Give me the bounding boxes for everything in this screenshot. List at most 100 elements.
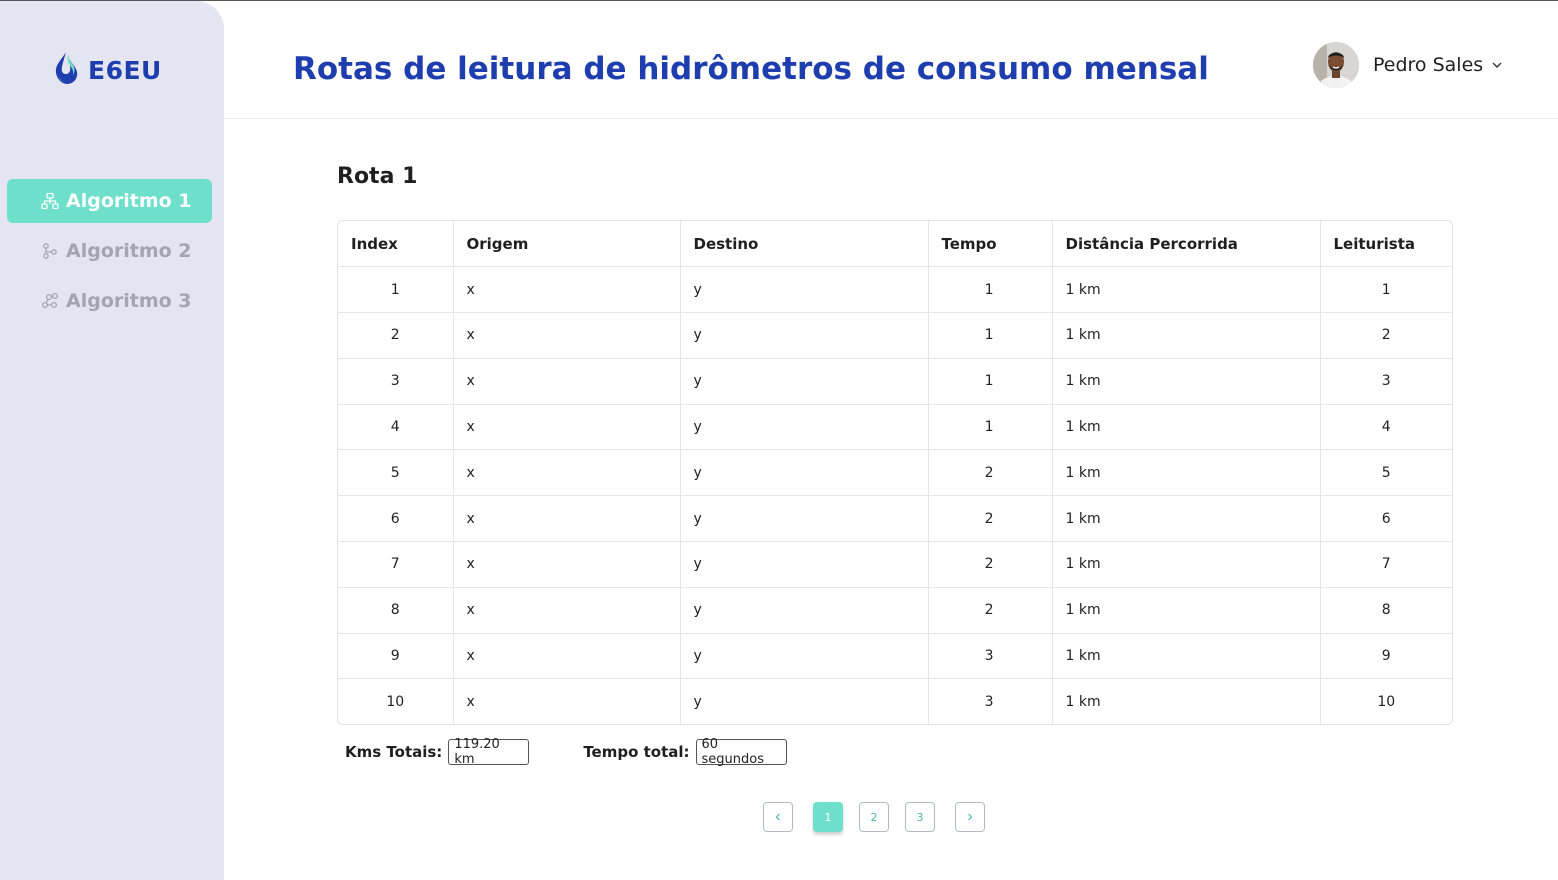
column-header-destino[interactable]: Destino [680, 221, 929, 268]
git-branch-icon [41, 242, 59, 260]
cell-leiturista: 2 [1320, 312, 1452, 359]
cell-tempo: 1 [928, 312, 1053, 359]
cell-index: 10 [338, 678, 454, 724]
pagination: 1 2 3 [763, 802, 985, 832]
route-table: Index Origem Destino Tempo Distância Per… [337, 220, 1453, 725]
cell-origem: x [453, 266, 681, 314]
table-row[interactable]: 7xy21 km 7 [338, 541, 1452, 588]
page-title: Rotas de leitura de hidrômetros de consu… [293, 51, 1209, 87]
cell-leiturista: 8 [1320, 587, 1452, 634]
sidebar-item-label: Algoritmo 1 [66, 190, 192, 212]
cell-origem: x [453, 358, 681, 405]
water-drop-logo-icon [55, 52, 78, 84]
chevron-right-icon [968, 813, 973, 821]
cell-leiturista: 10 [1377, 694, 1396, 711]
time-total-field: 60 segundos [695, 737, 787, 767]
sidebar-item-label: Algoritmo 2 [66, 240, 192, 262]
cell-index: 7 [338, 541, 454, 588]
cell-tempo: 2 [928, 449, 1053, 497]
cell-origem: x [453, 587, 681, 634]
cell-leiturista: 5 [1320, 449, 1452, 497]
page-button-3[interactable]: 3 [905, 802, 935, 832]
next-page-button[interactable] [955, 802, 985, 832]
cell-leiturista: 4 [1320, 404, 1452, 451]
column-header-distancia[interactable]: Distância Percorrida [1052, 221, 1321, 268]
cell-destino: y [680, 449, 929, 497]
page-button-1[interactable]: 1 [813, 802, 843, 832]
cell-origem: x [453, 312, 681, 359]
route-title: Rota 1 [337, 164, 418, 189]
cell-distancia: 1 km [1052, 587, 1321, 634]
table-row[interactable]: 8xy21 km 8 [338, 587, 1452, 634]
page-button-2[interactable]: 2 [859, 802, 889, 832]
km-total-label: Kms Totais: [345, 743, 443, 761]
brand-name: E6EU [88, 55, 162, 85]
sidebar-item-label: Algoritmo 3 [66, 290, 192, 312]
cell-tempo: 3 [928, 633, 1053, 680]
table-row[interactable]: 2xy11 km 2 [338, 312, 1452, 359]
column-header-tempo[interactable]: Tempo [928, 221, 1053, 268]
table-row[interactable]: 10 x y 3 1 km 10 [338, 678, 1452, 724]
column-header-index[interactable]: Index [338, 221, 454, 268]
cell-distancia: 1 km [1052, 633, 1321, 680]
cell-origem: x [453, 633, 681, 680]
top-header: Rotas de leitura de hidrômetros de consu… [224, 1, 1558, 119]
cell-index: 6 [338, 495, 454, 543]
sidebar-item-algoritmo-2[interactable]: Algoritmo 2 [7, 229, 212, 273]
cell-destino: y [680, 266, 929, 314]
cell-tempo: 2 [928, 587, 1053, 634]
cell-distancia: 1 km [1052, 404, 1321, 451]
cell-origem: x [453, 495, 681, 543]
cell-destino: y [680, 358, 929, 405]
cell-distancia: 1 km [1052, 495, 1321, 543]
logo[interactable]: E6EU [50, 51, 162, 89]
cell-destino: y [680, 541, 929, 588]
cell-destino: y [680, 312, 929, 359]
table-body: 1xy11 km 1 2xy11 km 2 3xy11 km 3 4xy11 km 4 … [338, 266, 1452, 724]
previous-page-button[interactable] [763, 802, 793, 832]
chevron-left-icon [775, 813, 780, 821]
table-row[interactable]: 3xy11 km 3 [338, 358, 1452, 405]
avatar [1313, 42, 1359, 88]
table-row[interactable]: 4xy11 km 4 [338, 404, 1452, 451]
column-header-origem[interactable]: Origem [453, 221, 681, 268]
table-row[interactable]: 5xy21 km 5 [338, 449, 1452, 497]
cell-distancia: 1 km [1052, 358, 1321, 405]
cell-index: 9 [338, 633, 454, 680]
sidebar-item-algoritmo-1[interactable]: Algoritmo 1 [7, 179, 212, 223]
table-row[interactable]: 9xy31 km 9 [338, 633, 1452, 680]
cell-leiturista: 7 [1320, 541, 1452, 588]
user-menu[interactable]: Pedro Sales [1313, 42, 1503, 88]
cell-tempo: 1 [928, 266, 1053, 314]
cell-destino: y [680, 495, 929, 543]
cell-index: 8 [338, 587, 454, 634]
cell-index: 3 [338, 358, 454, 405]
column-header-leiturista[interactable]: Leiturista [1320, 221, 1452, 268]
cell-tempo: 2 [928, 541, 1053, 588]
cell-tempo: 1 [928, 404, 1053, 451]
hierarchy-icon [41, 192, 59, 210]
cell-index: 5 [338, 449, 454, 497]
user-name: Pedro Sales [1373, 54, 1484, 76]
route-totals: Kms Totais: 119.20 km Tempo total: 60 se… [345, 737, 787, 767]
table-row[interactable]: 1xy11 km 1 [338, 266, 1452, 314]
cell-origem: x [453, 541, 681, 588]
table-row[interactable]: 6xy21 km 6 [338, 495, 1452, 543]
cell-index: 4 [338, 404, 454, 451]
cell-tempo: 1 [928, 358, 1053, 405]
cell-tempo: 2 [928, 495, 1053, 543]
cell-distancia: 1 km [1052, 312, 1321, 359]
cell-index: 2 [338, 312, 454, 359]
sidebar-item-algoritmo-3[interactable]: Algoritmo 3 [7, 279, 212, 323]
sidebar-nav: Algoritmo 1 Algoritmo 2 Algoritmo 3 [7, 179, 212, 329]
table-header-row: Index Origem Destino Tempo Distância Per… [338, 221, 1452, 268]
chevron-down-icon [1492, 62, 1502, 68]
cell-leiturista: 6 [1320, 495, 1452, 543]
km-total-field: 119.20 km [448, 737, 530, 767]
cell-destino: y [680, 678, 929, 724]
cell-leiturista: 1 [1320, 266, 1452, 314]
time-total-label: Tempo total: [583, 743, 690, 761]
cell-distancia: 1 km [1052, 678, 1321, 724]
cell-distancia: 1 km [1052, 541, 1321, 588]
cell-leiturista: 3 [1320, 358, 1452, 405]
